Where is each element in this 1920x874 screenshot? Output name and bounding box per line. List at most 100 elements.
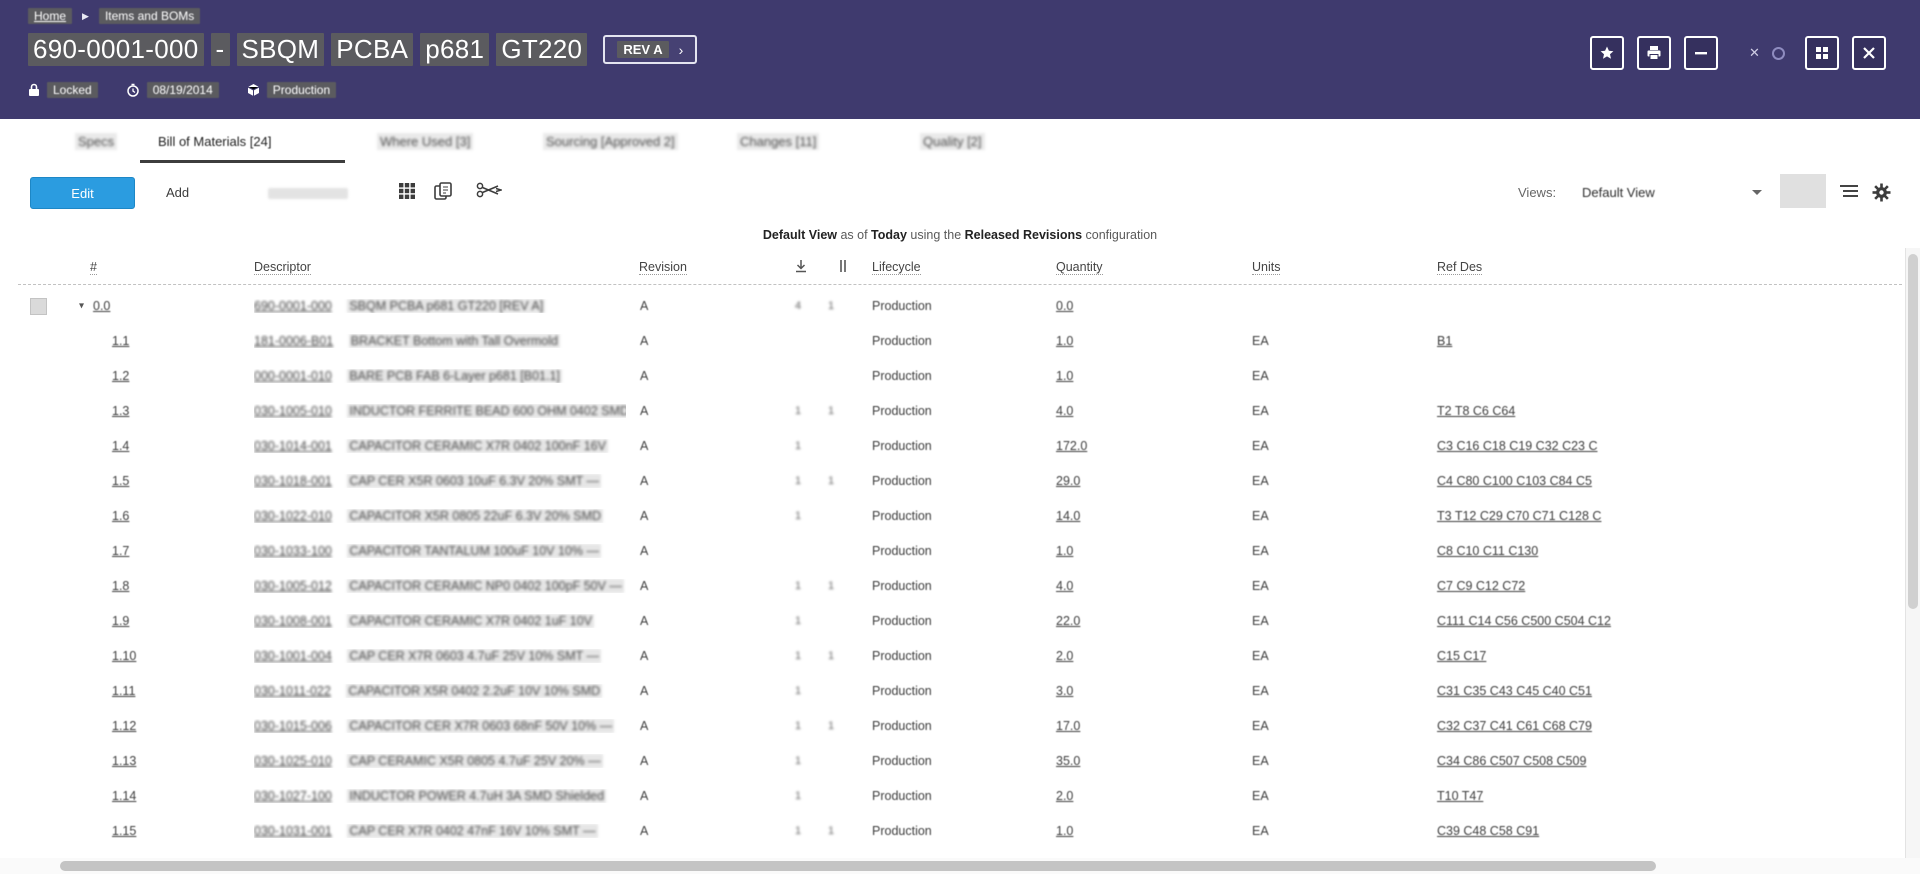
attachments-count[interactable]: 1 — [795, 475, 801, 487]
breadcrumb-home-link[interactable]: Home — [28, 8, 72, 24]
row-number-link[interactable]: 1.10 — [112, 649, 136, 663]
part-number-link[interactable]: 030-1001-004 — [254, 649, 332, 663]
row-number-link[interactable]: 1.9 — [112, 614, 129, 628]
tab-where-used-3[interactable]: Where Used [3] — [377, 119, 473, 163]
refdes-link[interactable]: C15 C17 — [1437, 649, 1895, 663]
row-number-link[interactable]: 1.3 — [112, 404, 129, 418]
attachments-count[interactable]: 1 — [795, 825, 801, 837]
part-number-link[interactable]: 030-1031-001 — [254, 824, 332, 838]
sourcing-count[interactable]: 1 — [828, 650, 834, 662]
row-number-link[interactable]: 1.4 — [112, 439, 129, 453]
row-number-link[interactable]: 1.14 — [112, 789, 136, 803]
quantity-link[interactable]: 14.0 — [1056, 509, 1080, 523]
refdes-link[interactable]: T3 T12 C29 C70 C71 C128 C — [1437, 509, 1895, 523]
quantity-link[interactable]: 1.0 — [1056, 334, 1073, 348]
attachments-count[interactable]: 1 — [795, 720, 801, 732]
small-close-icon[interactable]: ✕ — [1749, 45, 1760, 61]
part-number-link[interactable]: 030-1018-001 — [254, 474, 332, 488]
tab-quality-2[interactable]: Quality [2] — [920, 119, 985, 163]
part-number-link[interactable]: 030-1022-010 — [254, 509, 332, 523]
list-view-icon[interactable] — [1840, 185, 1858, 199]
col-header-num[interactable]: # — [90, 260, 97, 275]
col-header-quantity[interactable]: Quantity — [1056, 260, 1103, 275]
part-number-link[interactable]: 000-0001-010 — [254, 369, 332, 383]
refdes-link[interactable]: C7 C9 C12 C72 — [1437, 579, 1895, 593]
row-number-link[interactable]: 1.5 — [112, 474, 129, 488]
grid-view-icon[interactable] — [398, 182, 416, 200]
attachments-count[interactable]: 1 — [795, 685, 801, 697]
horizontal-scrollbar[interactable] — [0, 858, 1920, 874]
col-header-lifecycle[interactable]: Lifecycle — [872, 260, 921, 275]
sourcing-count[interactable]: 1 — [828, 405, 834, 417]
row-number-link[interactable]: 1.1 — [112, 334, 129, 348]
quantity-link[interactable]: 22.0 — [1056, 614, 1080, 628]
minimize-button[interactable] — [1684, 36, 1718, 70]
part-number-link[interactable]: 030-1027-100 — [254, 789, 332, 803]
row-number-link[interactable]: 1.2 — [112, 369, 129, 383]
refdes-link[interactable]: C39 C48 C58 C91 — [1437, 824, 1895, 838]
horizontal-scrollbar-thumb[interactable] — [60, 861, 1656, 871]
quantity-link[interactable]: 172.0 — [1056, 439, 1087, 453]
scissors-icon[interactable] — [476, 182, 502, 198]
quantity-link[interactable]: 4.0 — [1056, 579, 1073, 593]
refdes-link[interactable]: T10 T47 — [1437, 789, 1895, 803]
quantity-link[interactable]: 2.0 — [1056, 789, 1073, 803]
row-number-link[interactable]: 1.7 — [112, 544, 129, 558]
part-number-link[interactable]: 030-1014-001 — [254, 439, 332, 453]
add-button[interactable]: Add — [166, 177, 189, 207]
refdes-link[interactable]: C34 C86 C507 C508 C509 — [1437, 754, 1895, 768]
row-number-link[interactable]: 0.0 — [93, 299, 110, 313]
sourcing-count[interactable]: 1 — [828, 825, 834, 837]
quantity-link[interactable]: 1.0 — [1056, 369, 1073, 383]
attachments-count[interactable]: 1 — [795, 440, 801, 452]
col-header-refdes[interactable]: Ref Des — [1437, 260, 1482, 275]
quantity-link[interactable]: 4.0 — [1056, 404, 1073, 418]
part-number-link[interactable]: 030-1015-006 — [254, 719, 332, 733]
attachments-count[interactable]: 4 — [795, 300, 801, 312]
view-selector[interactable]: Default View — [1582, 177, 1655, 207]
copy-icon[interactable] — [434, 182, 453, 200]
tab-specs[interactable]: Specs — [75, 119, 117, 163]
attachments-count[interactable]: 1 — [795, 615, 801, 627]
part-number-link[interactable]: 030-1033-100 — [254, 544, 332, 558]
part-number-link[interactable]: 030-1011-022 — [254, 684, 331, 698]
row-number-link[interactable]: 1.13 — [112, 754, 136, 768]
part-number-link[interactable]: 030-1005-012 — [254, 579, 332, 593]
quantity-link[interactable]: 1.0 — [1056, 824, 1073, 838]
quantity-link[interactable]: 1.0 — [1056, 544, 1073, 558]
row-number-link[interactable]: 1.12 — [112, 719, 136, 733]
apps-grid-button[interactable] — [1805, 36, 1839, 70]
vertical-scrollbar-thumb[interactable] — [1908, 254, 1918, 609]
attachments-count[interactable]: 1 — [795, 650, 801, 662]
tab-changes-11[interactable]: Changes [11] — [737, 119, 819, 163]
part-number-link[interactable]: 690-0001-000 — [254, 299, 332, 313]
part-number-link[interactable]: 181-0006-B01 — [254, 334, 333, 348]
row-number-link[interactable]: 1.11 — [112, 684, 135, 698]
favorite-button[interactable] — [1590, 36, 1624, 70]
quantity-link[interactable]: 17.0 — [1056, 719, 1080, 733]
refdes-link[interactable]: C3 C16 C18 C19 C32 C23 C — [1437, 439, 1895, 453]
attachments-count[interactable]: 1 — [795, 510, 801, 522]
tab-bill-of-materials-24[interactable]: Bill of Materials [24] — [158, 119, 271, 163]
part-number-link[interactable]: 030-1025-010 — [254, 754, 332, 768]
refdes-link[interactable]: C111 C14 C56 C500 C504 C12 — [1437, 614, 1895, 628]
gear-icon[interactable] — [1872, 183, 1891, 202]
refdes-link[interactable]: C4 C80 C100 C103 C84 C5 — [1437, 474, 1895, 488]
quantity-link[interactable]: 35.0 — [1056, 754, 1080, 768]
col-header-descriptor[interactable]: Descriptor — [254, 260, 311, 275]
vertical-scrollbar[interactable] — [1905, 248, 1920, 862]
sourcing-count[interactable]: 1 — [828, 720, 834, 732]
col-header-units[interactable]: Units — [1252, 260, 1280, 275]
tab-sourcing-approved-2[interactable]: Sourcing [Approved 2] — [543, 119, 678, 163]
refdes-link[interactable]: C31 C35 C43 C45 C40 C51 — [1437, 684, 1895, 698]
col-header-revision[interactable]: Revision — [639, 260, 687, 275]
row-number-link[interactable]: 1.6 — [112, 509, 129, 523]
attachments-count[interactable]: 1 — [795, 755, 801, 767]
sourcing-count[interactable]: 1 — [828, 300, 834, 312]
sourcing-count[interactable]: 1 — [828, 475, 834, 487]
sourcing-column-icon[interactable] — [839, 259, 847, 273]
attachments-count[interactable]: 1 — [795, 790, 801, 802]
quantity-link[interactable]: 2.0 — [1056, 649, 1073, 663]
row-number-link[interactable]: 1.8 — [112, 579, 129, 593]
refdes-link[interactable]: C8 C10 C11 C130 — [1437, 544, 1895, 558]
